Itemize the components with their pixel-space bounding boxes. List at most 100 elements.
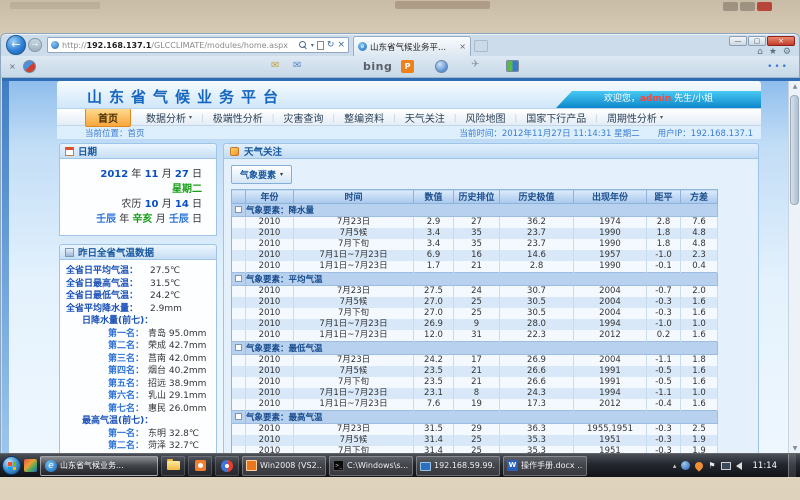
rank-value: 烟台 40.2mm bbox=[148, 366, 206, 376]
search-icon[interactable] bbox=[299, 41, 308, 50]
compatibility-view-icon[interactable] bbox=[317, 41, 324, 50]
taskbar-button-rdp[interactable]: 192.168.59.99... bbox=[416, 456, 500, 476]
table-cell: 8 bbox=[454, 388, 500, 399]
nav-item-label: 首页 bbox=[98, 110, 118, 125]
nav-item-0[interactable]: 首页 bbox=[85, 108, 131, 127]
url-text[interactable]: http://192.168.137.1/GLCCLIMATE/modules/… bbox=[62, 41, 296, 50]
forward-button[interactable]: → bbox=[28, 38, 42, 52]
table-row: 20101月1日~7月23日12.03122.320120.21.6 bbox=[232, 330, 718, 342]
tab-close-icon[interactable]: × bbox=[459, 42, 466, 51]
toolbar-close-icon[interactable]: × bbox=[9, 62, 16, 71]
table-cell: 1.6 bbox=[681, 330, 718, 342]
vertical-scrollbar[interactable]: ▲ ▼ bbox=[788, 81, 800, 454]
tray-network-app-icon[interactable] bbox=[681, 461, 690, 470]
group-checkbox[interactable] bbox=[235, 344, 242, 351]
stat-value: 2.9mm bbox=[150, 304, 182, 314]
minimize-icon[interactable] bbox=[723, 2, 738, 11]
start-button[interactable] bbox=[2, 456, 21, 475]
taskbar-button-word[interactable]: 操作手册.docx ... bbox=[503, 456, 587, 476]
taskbar-button-cmd[interactable]: C:\Windows\s... bbox=[329, 456, 413, 476]
scroll-down-icon[interactable]: ▼ bbox=[791, 445, 799, 452]
minimize-button[interactable]: — bbox=[729, 36, 747, 46]
show-desktop-button[interactable] bbox=[788, 454, 796, 478]
action-center-flag-icon[interactable]: ⚑ bbox=[708, 461, 715, 470]
taskbar-explorer-button[interactable] bbox=[161, 456, 185, 476]
column-header: 时间 bbox=[294, 190, 414, 204]
rank-value: 东明 32.8℃ bbox=[148, 429, 199, 439]
table-cell: 21 bbox=[454, 377, 500, 388]
search-provider-icon[interactable]: P bbox=[401, 60, 414, 73]
row-marker-cell bbox=[232, 261, 246, 273]
rank-label: 第二名： bbox=[78, 440, 144, 453]
lunar-date: 农历 10 月 14 日 bbox=[66, 197, 202, 212]
pinned-app-icon[interactable] bbox=[24, 459, 37, 472]
nav-item-4[interactable]: 整编资料 bbox=[335, 110, 393, 125]
nav-item-3[interactable]: 灾害查询 bbox=[274, 110, 332, 125]
taskbar-media-button[interactable] bbox=[215, 456, 239, 476]
globe-icon[interactable] bbox=[435, 60, 448, 73]
mail-icon-2[interactable]: ✉ bbox=[293, 60, 301, 71]
nav-item-1[interactable]: 数据分析▾ bbox=[137, 110, 201, 125]
nav-item-label: 风险地图 bbox=[466, 110, 506, 125]
tray-security-icon[interactable] bbox=[694, 460, 705, 471]
volume-icon[interactable] bbox=[736, 462, 742, 470]
stop-icon[interactable]: × bbox=[337, 41, 345, 50]
nav-item-7[interactable]: 国家下行产品 bbox=[517, 110, 595, 125]
taskbar: e 山东省气候业务... Win2008 (VS2...C:\Windows\s… bbox=[0, 453, 800, 477]
group-label: 气象要素：平均气温 bbox=[246, 273, 718, 286]
table-cell: 7月1日~7月23日 bbox=[294, 388, 414, 399]
nav-item-2[interactable]: 极端性分析 bbox=[204, 110, 272, 125]
nav-item-label: 灾害查询 bbox=[283, 110, 323, 125]
rank-label: 第五名： bbox=[78, 378, 144, 391]
refresh-icon[interactable]: ↻ bbox=[327, 41, 335, 50]
group-marker-cell bbox=[232, 411, 246, 424]
table-cell: 27.5 bbox=[414, 286, 454, 298]
nav-item-8[interactable]: 周期性分析▾ bbox=[598, 110, 672, 125]
plugin-icon[interactable] bbox=[506, 60, 519, 72]
row-marker-cell bbox=[232, 217, 246, 229]
launcher-icon[interactable]: ✈ bbox=[471, 59, 479, 70]
nav-item-5[interactable]: 天气关注 bbox=[396, 110, 454, 125]
mail-icon[interactable]: ✉ bbox=[271, 60, 279, 71]
maximize-button[interactable]: ▢ bbox=[748, 36, 766, 46]
nav-item-6[interactable]: 风险地图 bbox=[457, 110, 515, 125]
more-options-icon[interactable]: ••• bbox=[767, 62, 789, 72]
taskbar-app-button[interactable] bbox=[188, 456, 212, 476]
scroll-up-icon[interactable]: ▲ bbox=[791, 83, 799, 90]
table-cell: 2.8 bbox=[500, 261, 574, 273]
rank-label: 第一名： bbox=[78, 328, 144, 341]
group-checkbox[interactable] bbox=[235, 413, 242, 420]
rank-label: 第一名： bbox=[78, 428, 144, 441]
new-tab-button[interactable] bbox=[474, 40, 488, 52]
table-cell: 35 bbox=[454, 239, 500, 250]
scrollbar-thumb[interactable] bbox=[790, 95, 799, 205]
address-bar[interactable]: http://192.168.137.1/GLCCLIMATE/modules/… bbox=[47, 37, 349, 53]
date-panel-title: 日期 bbox=[78, 144, 97, 158]
row-marker-cell bbox=[232, 377, 246, 388]
maximize-icon[interactable] bbox=[740, 2, 755, 11]
site-container: 山东省气候业务平台 欢迎您，admin 先生/小姐 首页数据分析▾|极端性分析|… bbox=[57, 81, 761, 454]
back-button[interactable]: ← bbox=[6, 35, 26, 55]
group-checkbox[interactable] bbox=[235, 206, 242, 213]
browser-tab[interactable]: e 山东省气候业务平... × bbox=[353, 36, 471, 56]
element-filter-button[interactable]: 气象要素 ▾ bbox=[231, 165, 292, 184]
table-cell: 2.5 bbox=[681, 424, 718, 436]
bing-logo[interactable]: bing bbox=[363, 60, 392, 73]
table-cell: 1957 bbox=[574, 250, 647, 261]
table-cell: -1.0 bbox=[647, 250, 681, 261]
group-checkbox[interactable] bbox=[235, 275, 242, 282]
chevron-down-icon[interactable]: ▾ bbox=[311, 42, 314, 49]
table-head: 年份时间数值历史排位历史极值出现年份距平方差 bbox=[232, 190, 718, 204]
table-cell: 0.2 bbox=[647, 330, 681, 342]
table-cell: 9 bbox=[454, 319, 500, 330]
taskbar-clock[interactable]: 11:14 bbox=[747, 461, 784, 471]
taskbar-ie-button[interactable]: e 山东省气候业务... bbox=[40, 456, 158, 476]
close-button[interactable]: × bbox=[767, 36, 795, 46]
addon-icon[interactable] bbox=[23, 60, 36, 73]
close-icon[interactable] bbox=[757, 2, 772, 11]
table-cell: 2010 bbox=[246, 377, 294, 388]
tray-expand-icon[interactable]: ▴ bbox=[673, 462, 677, 470]
network-icon[interactable] bbox=[721, 462, 731, 470]
taskbar-button-win2008[interactable]: Win2008 (VS2... bbox=[242, 456, 326, 476]
table-cell: 1951 bbox=[574, 435, 647, 446]
